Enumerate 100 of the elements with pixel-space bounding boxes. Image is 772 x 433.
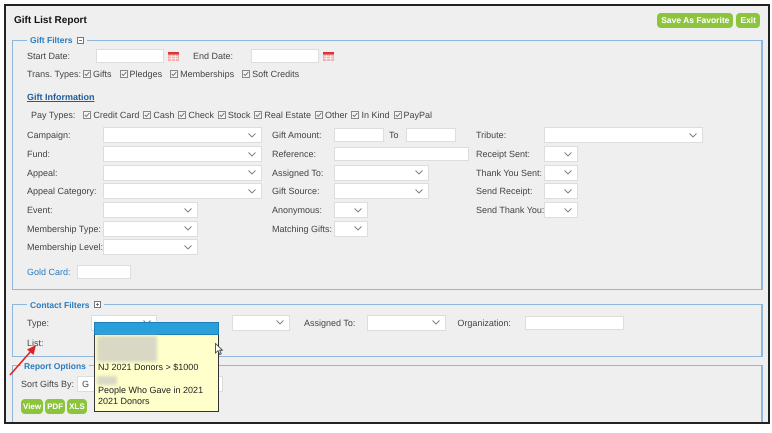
field-label: Assigned To: <box>272 168 324 178</box>
dropdown[interactable] <box>544 183 578 200</box>
field-label: Membership Level: <box>27 242 103 252</box>
caret-icon <box>564 208 572 213</box>
checkbox-label: Real Estate <box>264 110 311 120</box>
checkbox[interactable] <box>394 111 402 119</box>
dropdown[interactable] <box>103 239 198 256</box>
caret-icon <box>354 208 362 213</box>
date-field[interactable] <box>96 49 164 63</box>
caret-icon <box>248 152 256 157</box>
field-label: List: <box>27 338 44 348</box>
checkbox-label: In Kind <box>361 110 390 120</box>
text-field[interactable] <box>77 264 131 279</box>
caret-icon <box>415 170 423 176</box>
caret-icon <box>248 132 256 138</box>
section-legend: Gift Filters <box>30 35 73 45</box>
dropdown[interactable] <box>103 220 198 237</box>
dropdown[interactable] <box>544 127 703 144</box>
checkbox-label: PayPal <box>404 110 432 120</box>
field-label: Matching Gifts: <box>272 224 334 234</box>
caret-icon <box>184 244 192 250</box>
dropdown[interactable] <box>103 202 198 218</box>
caret-icon <box>564 170 572 176</box>
checkbox-label: Pledges <box>130 69 162 79</box>
checkbox[interactable] <box>143 111 152 119</box>
field-label: Assigned To: <box>304 318 356 328</box>
field-label: Event: <box>27 205 54 216</box>
caret-icon <box>354 226 362 232</box>
checkbox[interactable] <box>83 111 92 119</box>
field-label: Send Receipt: <box>476 186 534 196</box>
checkbox[interactable] <box>120 70 128 78</box>
field-label: Pay Types: <box>31 110 76 120</box>
field-label: Appeal: <box>27 168 59 178</box>
list-option[interactable] <box>95 323 218 334</box>
list-option[interactable]: NJ 2021 Donors > $1000 <box>95 362 218 373</box>
checkbox-label: Other <box>324 110 348 120</box>
collapse-icon[interactable] <box>76 36 84 44</box>
dropdown[interactable] <box>544 146 578 162</box>
checkbox[interactable] <box>242 70 250 78</box>
list-option[interactable]: 2021 Donors <box>95 396 218 407</box>
checkbox[interactable] <box>351 111 360 119</box>
checkbox[interactable] <box>178 111 186 119</box>
action-button[interactable]: Exit <box>736 12 760 28</box>
dropdown[interactable] <box>103 146 262 162</box>
caret-icon <box>248 188 256 194</box>
caret-icon <box>276 320 284 326</box>
field-label: To <box>389 130 399 140</box>
text-field[interactable] <box>334 147 469 162</box>
field-label: Fund: <box>27 149 52 160</box>
calendar-icon[interactable] <box>168 52 180 60</box>
checkbox[interactable] <box>254 111 262 119</box>
section-legend: Report Options <box>24 360 86 371</box>
field-label: Organization: <box>457 318 511 328</box>
dropdown[interactable] <box>232 314 290 331</box>
dropdown-value: G <box>82 378 90 389</box>
text-field[interactable] <box>524 316 624 330</box>
action-button[interactable]: PDF <box>45 398 66 414</box>
checkbox[interactable] <box>314 111 323 119</box>
checkbox-label: Memberships <box>180 69 234 79</box>
dropdown[interactable] <box>103 127 262 144</box>
field-label: Gold Card: <box>27 266 72 277</box>
dropdown[interactable] <box>334 183 429 200</box>
action-button[interactable]: Save As Favorite <box>657 12 734 28</box>
calendar-icon[interactable] <box>323 52 334 60</box>
field-label: Type: <box>27 318 50 328</box>
amount-field[interactable] <box>334 128 384 142</box>
amount-field[interactable] <box>406 128 456 142</box>
caret-icon <box>415 188 423 194</box>
dropdown[interactable] <box>334 220 368 237</box>
caret-icon <box>564 188 572 194</box>
dropdown[interactable] <box>334 202 368 218</box>
checkbox[interactable] <box>170 70 178 78</box>
caret-icon <box>564 152 572 157</box>
action-button[interactable]: XLS <box>67 398 87 414</box>
dropdown[interactable] <box>544 202 578 218</box>
checkbox-label: Cash <box>153 110 174 120</box>
caret-icon <box>248 170 256 176</box>
field-label: Receipt Sent: <box>476 149 532 160</box>
list-option[interactable]: People Who Gave in 2021 <box>95 385 218 396</box>
dropdown[interactable] <box>103 164 262 181</box>
dropdown[interactable] <box>103 183 262 200</box>
date-field[interactable] <box>251 49 320 63</box>
page-title: Gift List Report <box>14 14 87 26</box>
field-label: Membership Type: <box>27 224 102 234</box>
field-label: Reference: <box>272 149 318 160</box>
field-label: Start Date: <box>27 51 70 61</box>
checkbox-label: Gifts <box>93 69 112 79</box>
field-label: End Date: <box>193 51 234 61</box>
dropdown[interactable] <box>334 164 429 181</box>
checkbox-label: Soft Credits <box>252 69 300 79</box>
checkbox[interactable] <box>218 111 226 119</box>
expand-icon[interactable] <box>94 301 101 308</box>
checkbox[interactable] <box>83 70 92 78</box>
field-label: Appeal Category: <box>27 186 98 196</box>
action-button[interactable]: View <box>21 398 44 414</box>
dropdown[interactable] <box>367 314 446 331</box>
caret-icon <box>184 208 192 213</box>
dropdown[interactable] <box>544 164 578 181</box>
field-label: Campaign: <box>27 130 72 140</box>
caret-icon <box>184 226 192 232</box>
